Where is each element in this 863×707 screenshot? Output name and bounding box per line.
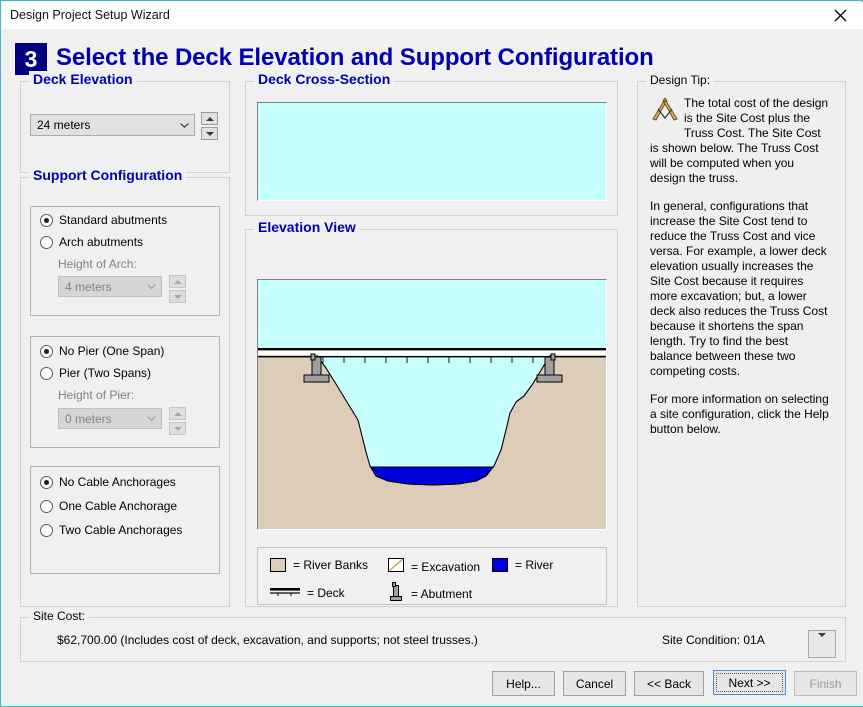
title-bar: Design Project Setup Wizard [2, 2, 863, 30]
support-configuration-group-label: Support Configuration [29, 167, 187, 183]
design-tip-group: Design Tip: The total cost of the design… [637, 73, 846, 607]
radio-label: Pier (Two Spans) [59, 366, 152, 380]
client-area: 3 Select the Deck Elevation and Support … [2, 29, 863, 706]
site-condition-dropdown-button[interactable] [808, 630, 836, 658]
radio-label: Arch abutments [59, 235, 144, 249]
deck-cross-section-canvas [257, 102, 607, 201]
radio-indicator [40, 344, 53, 358]
drafting-compass-icon [650, 97, 680, 127]
legend-item-deck: = Deck [270, 585, 345, 600]
radio-two-cable-anchorages[interactable]: Two Cable Anchorages [40, 523, 182, 537]
legend-item-excavation: = Excavation [388, 558, 480, 575]
deck-cross-section-group-label: Deck Cross-Section [254, 71, 395, 87]
radio-label: No Cable Anchorages [59, 475, 176, 489]
next-button[interactable]: Next >> [713, 670, 786, 695]
height-of-pier-label: Height of Pier: [58, 388, 135, 402]
radio-indicator [40, 213, 53, 227]
radio-label: Standard abutments [59, 213, 168, 227]
deck-elevation-combo[interactable]: 24 meters [30, 114, 195, 136]
elevation-view-canvas [257, 279, 607, 530]
radio-indicator [40, 235, 53, 249]
deck-elevation-spinner[interactable] [201, 112, 218, 140]
chevron-down-icon [174, 115, 194, 135]
wizard-window: Design Project Setup Wizard 3 Select the… [0, 0, 863, 707]
radio-label: One Cable Anchorage [59, 499, 178, 513]
site-condition-label: Site Condition: 01A [662, 633, 765, 647]
radio-label: Two Cable Anchorages [59, 523, 183, 537]
help-button[interactable]: Help... [492, 671, 555, 696]
design-tip-group-label: Design Tip: [646, 73, 715, 87]
radio-no-pier[interactable]: No Pier (One Span) [40, 344, 164, 358]
window-title: Design Project Setup Wizard [10, 8, 170, 22]
deck-elevation-group-label: Deck Elevation [29, 71, 137, 87]
radio-pier-two-spans[interactable]: Pier (Two Spans) [40, 366, 151, 380]
height-of-arch-combo[interactable]: 4 meters [58, 276, 162, 297]
legend-label: = River Banks [293, 558, 369, 572]
radio-indicator [40, 475, 53, 489]
height-of-pier-spin-down[interactable] [169, 422, 186, 435]
height-of-pier-spin-up[interactable] [169, 407, 186, 420]
abutment-swatch [388, 582, 404, 605]
river-swatch [492, 558, 508, 572]
radio-standard-abutments[interactable]: Standard abutments [40, 213, 167, 227]
height-of-pier-combo[interactable]: 0 meters [58, 408, 162, 429]
back-button[interactable]: << Back [634, 671, 704, 696]
legend-label: = Excavation [411, 559, 481, 574]
legend-item-abutment: = Abutment [388, 582, 472, 605]
deck-swatch [270, 585, 300, 600]
radio-label: No Pier (One Span) [59, 344, 165, 358]
height-of-arch-spinner[interactable] [169, 275, 186, 303]
design-tip-paragraph-3: For more information on selecting a site… [650, 392, 829, 436]
cancel-button[interactable]: Cancel [563, 671, 626, 696]
design-tip-text: The total cost of the design is the Site… [650, 96, 832, 450]
radio-indicator [40, 366, 53, 380]
elevation-view-group-label: Elevation View [254, 219, 360, 235]
radio-arch-abutments[interactable]: Arch abutments [40, 235, 143, 249]
chevron-down-icon [141, 277, 161, 296]
legend-label: = River [515, 558, 554, 572]
river-banks-swatch [270, 558, 286, 572]
height-of-pier-spinner[interactable] [169, 407, 186, 435]
close-icon[interactable] [817, 2, 863, 29]
design-tip-paragraph-2: In general, configurations that increase… [650, 199, 828, 378]
excavation-swatch [388, 558, 404, 575]
page-title: Select the Deck Elevation and Support Co… [56, 44, 654, 71]
radio-one-cable-anchorage[interactable]: One Cable Anchorage [40, 499, 177, 513]
height-of-arch-label: Height of Arch: [58, 257, 137, 271]
finish-button: Finish [794, 671, 857, 696]
deck-elevation-spin-down[interactable] [201, 127, 218, 140]
chevron-down-icon [141, 409, 161, 428]
deck-elevation-spin-up[interactable] [201, 112, 218, 125]
radio-indicator [40, 499, 53, 513]
deck-elevation-value: 24 meters [37, 118, 91, 132]
legend-label: = Deck [307, 585, 345, 600]
height-of-arch-spin-down[interactable] [169, 290, 186, 303]
height-of-arch-spin-up[interactable] [169, 275, 186, 288]
radio-no-cable-anchorages[interactable]: No Cable Anchorages [40, 475, 176, 489]
legend-label: = Abutment [411, 586, 473, 601]
site-cost-value: $62,700.00 (Includes cost of deck, excav… [57, 633, 478, 647]
site-cost-group-label: Site Cost: [29, 609, 90, 623]
height-of-arch-value: 4 meters [65, 279, 112, 294]
legend-item-river: = River [492, 558, 553, 572]
height-of-pier-value: 0 meters [65, 411, 112, 426]
chevron-down-icon [818, 633, 826, 651]
radio-indicator [40, 523, 53, 537]
legend-item-river-banks: = River Banks [270, 558, 368, 572]
